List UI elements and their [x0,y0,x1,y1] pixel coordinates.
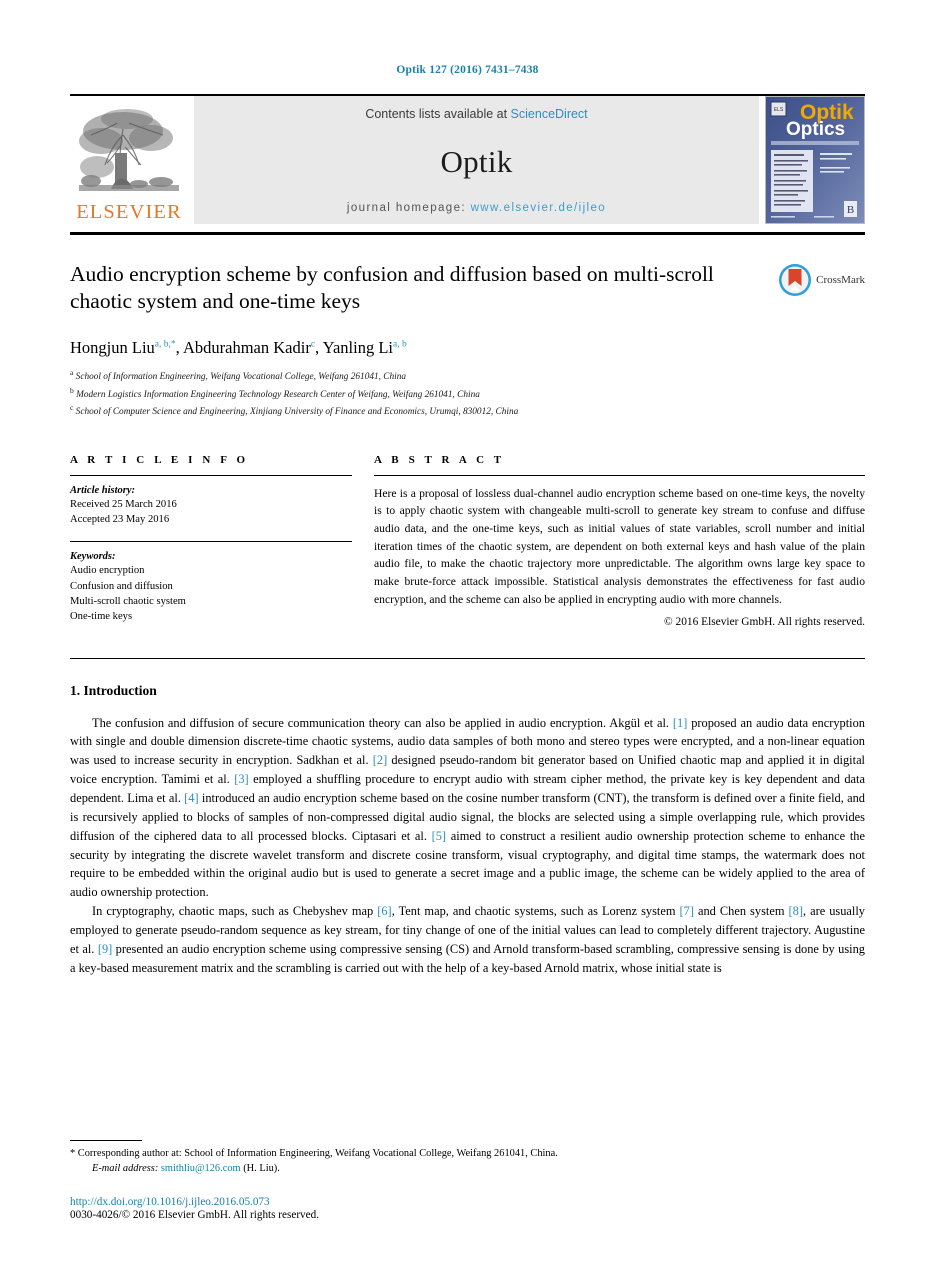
affiliation-list: a School of Information Engineering, Wei… [70,367,865,420]
email-link[interactable]: smithliu@126.com [161,1163,241,1174]
contents-prefix: Contents lists available at [365,107,511,121]
info-divider-top [70,474,352,476]
abstract-divider [374,474,865,476]
journal-band: Contents lists available at ScienceDirec… [194,96,759,224]
crossmark-badge[interactable]: CrossMark [778,263,865,297]
sciencedirect-link[interactable]: ScienceDirect [511,107,588,121]
keyword-3: Multi-scroll chaotic system [70,595,186,607]
affiliation-c-text: School of Computer Science and Engineeri… [75,407,519,418]
abstract-copyright: © 2016 Elsevier GmbH. All rights reserve… [664,615,865,628]
affiliation-a-text: School of Information Engineering, Weifa… [75,372,407,383]
keyword-2: Confusion and diffusion [70,580,173,592]
history-accepted: Accepted 23 May 2016 [70,513,170,525]
article-info-column: A R T I C L E I N F O Article history: R… [70,454,352,628]
email-note: E-mail address: smithliu@126.com (H. Liu… [70,1161,865,1177]
affiliation-a: a School of Information Engineering, Wei… [70,368,407,383]
abstract-heading: A B S T R A C T [374,453,505,466]
affiliation-b-text: Modern Logistics Information Engineering… [76,389,480,400]
info-divider-mid [70,541,352,543]
history-received: Received 25 March 2016 [70,498,177,510]
intro-paragraph-2: In cryptography, chaotic maps, such as C… [70,904,865,975]
article-history-label: Article history: [70,484,136,496]
journal-masthead: ELSEVIER Contents lists available at Sci… [70,94,865,224]
masthead-bottom-rule [70,232,865,235]
elsevier-wordmark: ELSEVIER [76,200,182,223]
crossmark-icon [779,264,812,296]
issn-copyright-line: 0030-4026/© 2016 Elsevier GmbH. All righ… [70,1209,319,1221]
title-block: Audio encryption scheme by confusion and… [70,261,865,323]
doi-link[interactable]: http://dx.doi.org/10.1016/j.ijleo.2016.0… [70,1196,865,1208]
svg-text:ELS: ELS [774,107,784,113]
author-list: Hongjun Liua, b,*, Abdurahman Kadirc, Ya… [70,338,407,357]
page-title: Audio encryption scheme by confusion and… [70,262,714,314]
running-head: Optik 127 (2016) 7431–7438 [396,64,539,76]
abstract-text: Here is a proposal of lossless dual-chan… [374,486,865,606]
intro-paragraph-1: The confusion and diffusion of secure co… [70,715,866,900]
cover-art: ELS Optik Optics B [766,97,864,223]
contents-available-line: Contents lists available at ScienceDirec… [365,107,587,121]
info-abstract-row: A R T I C L E I N F O Article history: R… [70,454,865,628]
email-label: E-mail address: [92,1163,159,1175]
article-info-heading: A R T I C L E I N F O [70,453,249,466]
affiliation-c: c School of Computer Science and Enginee… [70,403,519,418]
keywords-label: Keywords: [70,551,116,563]
svg-text:B: B [847,204,854,216]
keyword-1: Audio encryption [70,565,145,577]
section-heading-introduction: 1. Introduction [70,682,157,698]
elsevier-tree-icon [77,104,181,201]
intro-top-rule [70,657,865,659]
journal-homepage-link[interactable]: www.elsevier.de/ijleo [471,202,607,214]
footnote-area: * Corresponding author at: School of Inf… [70,1139,865,1221]
footnote-rule [70,1139,142,1141]
corresponding-author-note: * Corresponding author at: School of Inf… [70,1147,558,1159]
journal-cover-thumbnail: ELS Optik Optics B [765,96,865,224]
journal-homepage-line: journal homepage: www.elsevier.de/ijleo [347,202,606,214]
journal-title: Optik [440,143,513,179]
affiliation-b: b Modern Logistics Information Engineeri… [70,385,480,400]
homepage-prefix: journal homepage: [346,202,466,214]
crossmark-label: CrossMark [816,274,865,286]
keyword-4: One-time keys [70,611,133,623]
abstract-column: A B S T R A C T Here is a proposal of lo… [374,454,865,628]
elsevier-logo: ELSEVIER [70,96,188,224]
email-suffix: (H. Liu). [243,1163,280,1175]
paper-page: Optik 127 (2016) 7431–7438 ELSEVIER Cont… [0,0,935,1266]
svg-text:Optics: Optics [786,119,845,140]
